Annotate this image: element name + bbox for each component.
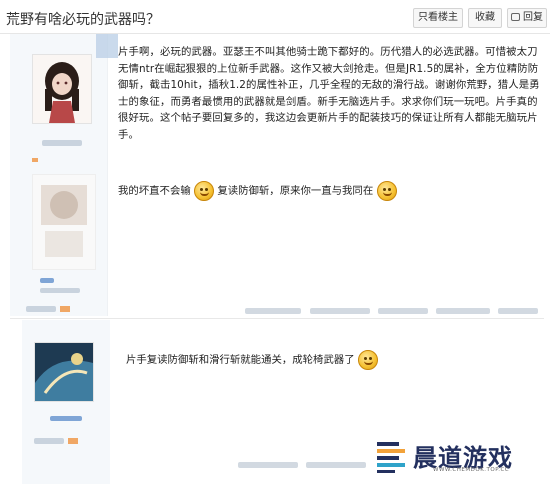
author-sidebar bbox=[10, 34, 118, 316]
angry-emoji-icon bbox=[194, 181, 215, 201]
post-1: 片手啊，必玩的武器。亚瑟王不叫其他骑士跪下都好的。历代猎人的必选武器。可惜被太刀… bbox=[0, 34, 550, 316]
post-signature: 我的坏直不会输 复读防御斩，原来你一直与我同在 bbox=[118, 181, 397, 201]
smile-emoji-icon bbox=[376, 181, 397, 201]
post-divider bbox=[10, 318, 544, 319]
signature-text-2: 复读防御斩，原来你一直与我同在 bbox=[217, 185, 374, 197]
reply-body: 片手复读防御斩和滑行斩就能通关，成轮椅武器了 bbox=[126, 350, 378, 370]
stat-blur-4 bbox=[34, 438, 64, 444]
post-body: 片手啊，必玩的武器。亚瑟王不叫其他骑士跪下都好的。历代猎人的必选武器。可惜被太刀… bbox=[118, 46, 540, 141]
stat-blur-2 bbox=[40, 288, 80, 293]
corner-badge-icon bbox=[96, 34, 118, 58]
reply-button-label: 回复 bbox=[523, 12, 543, 23]
watermark-mark-icon bbox=[377, 442, 405, 473]
stat-blur bbox=[40, 278, 54, 283]
level-badge-icon bbox=[32, 158, 38, 162]
flower-icon-2 bbox=[68, 438, 78, 444]
medal-image bbox=[32, 174, 96, 270]
reply-meta-blur bbox=[238, 462, 298, 468]
reply-icon bbox=[511, 13, 520, 21]
watermark-logo: 晨道游戏 WWW.CHEMDOK.TOP.CC bbox=[373, 436, 545, 480]
post-meta-blur-4 bbox=[436, 308, 490, 314]
stat-blur-3 bbox=[26, 306, 56, 312]
watermark-subtitle: WWW.CHEMDOK.TOP.CC bbox=[433, 467, 510, 473]
smile-emoji-icon-2 bbox=[357, 350, 378, 370]
post-meta-blur bbox=[245, 308, 301, 314]
favorite-button[interactable]: 收藏 bbox=[468, 8, 502, 28]
thread-header: 荒野有啥必玩的武器吗？ 只看楼主 收藏 回复 bbox=[0, 0, 550, 34]
thread-title: 荒野有啥必玩的武器吗？ bbox=[6, 12, 160, 28]
username-blur bbox=[42, 140, 82, 146]
reply-text: 片手复读防御斩和滑行斩就能通关，成轮椅武器了 bbox=[126, 354, 355, 366]
post-meta-blur-3 bbox=[378, 308, 428, 314]
flower-icon bbox=[60, 306, 70, 312]
username-blur-2 bbox=[50, 416, 82, 421]
only-op-button[interactable]: 只看楼主 bbox=[413, 8, 463, 28]
signature-text-1: 我的坏直不会输 bbox=[118, 185, 191, 197]
reply-button[interactable]: 回复 bbox=[507, 8, 547, 28]
post-meta-blur-5 bbox=[498, 308, 538, 314]
avatar-2[interactable] bbox=[34, 342, 94, 402]
reply-meta-blur-2 bbox=[306, 462, 366, 468]
post-meta-blur-2 bbox=[310, 308, 370, 314]
avatar[interactable] bbox=[32, 54, 92, 124]
